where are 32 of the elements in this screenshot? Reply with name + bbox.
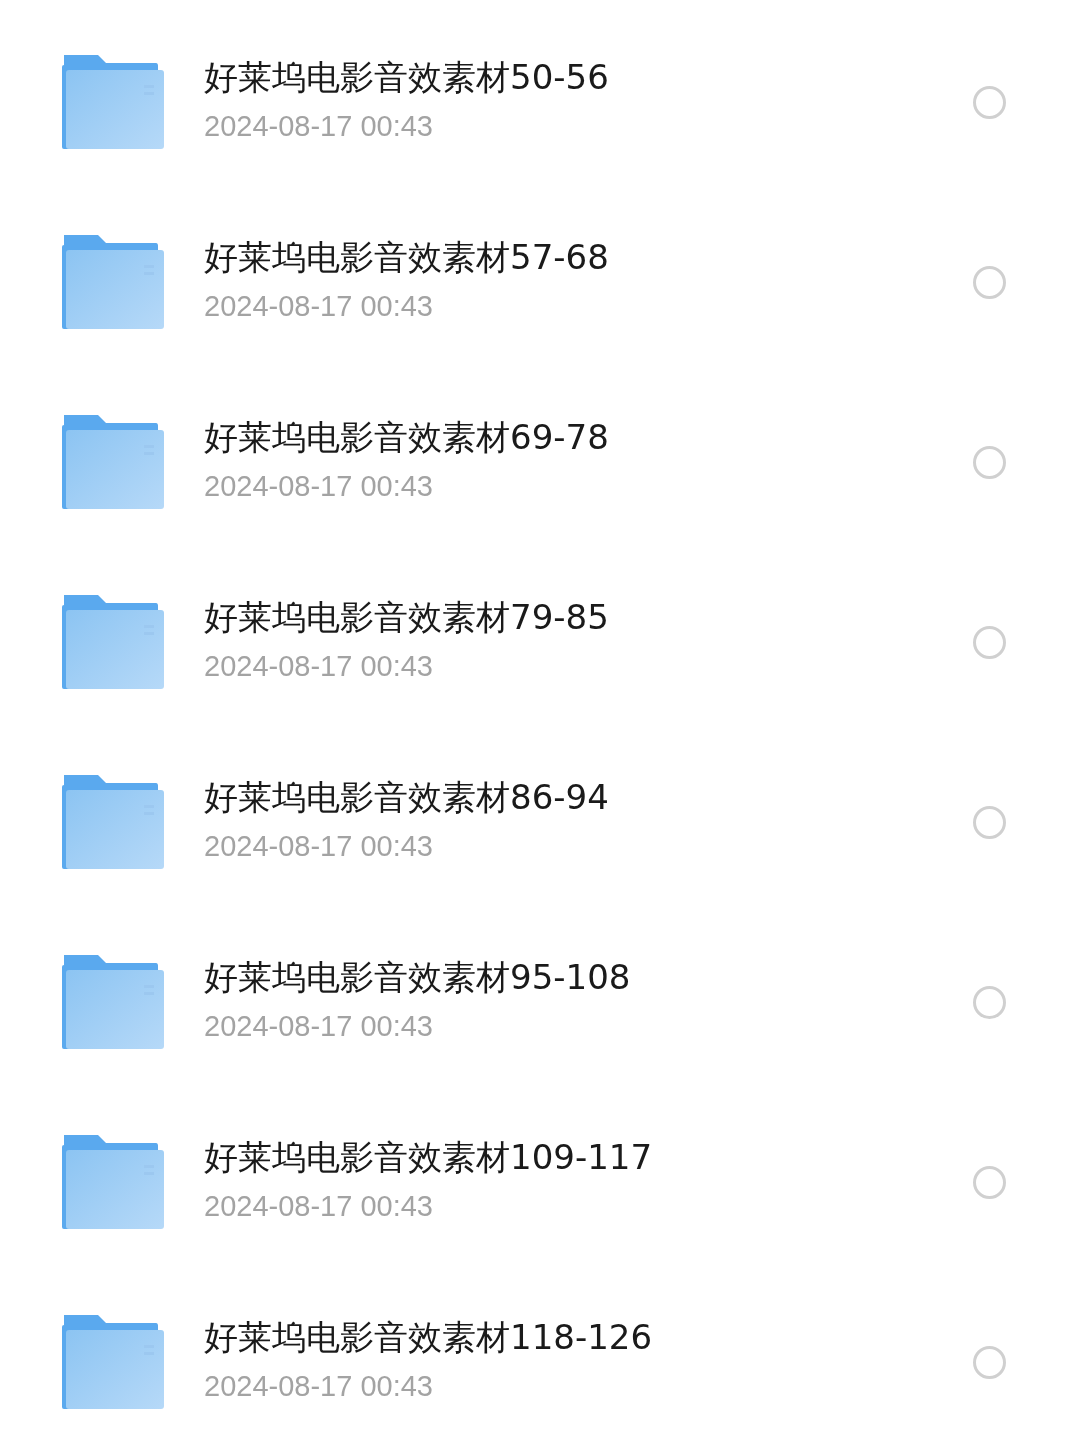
modified-date: 2024-08-17 00:43	[204, 1369, 434, 1404]
folder-icon	[62, 1315, 164, 1409]
folder-icon	[62, 955, 164, 1049]
select-radio[interactable]	[973, 805, 1006, 839]
folder-icon	[62, 595, 164, 689]
folder-icon	[62, 235, 164, 329]
folder-name: 好莱坞电影音效素材118-126	[204, 1316, 654, 1359]
folder-icon	[62, 55, 164, 149]
modified-date: 2024-08-17 00:43	[204, 289, 434, 324]
folder-icon	[62, 1135, 164, 1229]
modified-date: 2024-08-17 00:43	[204, 1189, 434, 1224]
modified-date: 2024-08-17 00:43	[204, 1009, 434, 1044]
select-radio[interactable]	[973, 625, 1006, 659]
modified-date: 2024-08-17 00:43	[204, 469, 434, 504]
folder-name: 好莱坞电影音效素材79-85	[204, 596, 610, 639]
select-radio[interactable]	[973, 1165, 1006, 1199]
folder-name: 好莱坞电影音效素材86-94	[204, 776, 610, 819]
folder-name: 好莱坞电影音效素材109-117	[204, 1136, 654, 1179]
modified-date: 2024-08-17 00:43	[204, 649, 434, 684]
folder-name: 好莱坞电影音效素材57-68	[204, 236, 610, 279]
modified-date: 2024-08-17 00:43	[204, 109, 434, 144]
folder-name: 好莱坞电影音效素材95-108	[204, 956, 632, 999]
select-radio[interactable]	[973, 85, 1006, 119]
folder-icon	[62, 415, 164, 509]
folder-name: 好莱坞电影音效素材69-78	[204, 416, 610, 459]
select-radio[interactable]	[973, 1345, 1006, 1379]
folder-name: 好莱坞电影音效素材50-56	[204, 56, 610, 99]
select-radio[interactable]	[973, 985, 1006, 1019]
select-radio[interactable]	[973, 445, 1006, 479]
modified-date: 2024-08-17 00:43	[204, 829, 434, 864]
select-radio[interactable]	[973, 265, 1006, 299]
folder-icon	[62, 775, 164, 869]
